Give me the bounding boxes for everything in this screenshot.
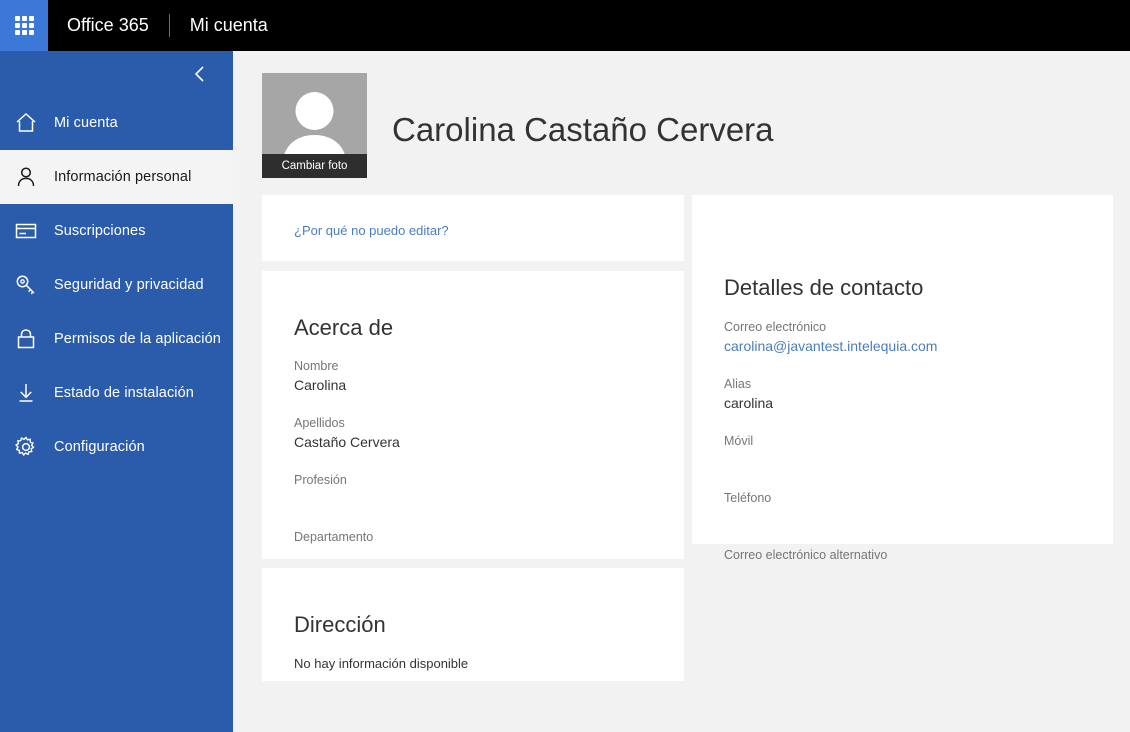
address-empty-message: No hay información disponible bbox=[294, 656, 468, 671]
field-value bbox=[724, 450, 1091, 470]
credit-card-icon bbox=[14, 216, 54, 246]
about-field-list: Nombre Carolina Apellidos Castaño Cerver… bbox=[294, 358, 662, 566]
sidebar-collapse-button[interactable] bbox=[187, 61, 213, 87]
home-icon bbox=[14, 108, 54, 138]
change-photo-button[interactable]: Cambiar foto bbox=[262, 154, 367, 178]
field-value bbox=[294, 546, 662, 566]
sidebar-item-label: Suscripciones bbox=[54, 223, 146, 239]
field-correo-electronico: Correo electrónico carolina@javantest.in… bbox=[724, 319, 1091, 356]
gear-icon bbox=[14, 432, 54, 462]
profile-header: Cambiar foto Carolina Castaño Cervera bbox=[262, 73, 774, 178]
sidebar-item-estado-de-instalacion[interactable]: Estado de instalación bbox=[0, 366, 233, 420]
field-movil: Móvil bbox=[724, 433, 1091, 470]
field-value: Carolina bbox=[294, 375, 662, 395]
field-label: Alias bbox=[724, 376, 1091, 393]
chevron-left-icon bbox=[193, 65, 207, 83]
app-launcher-waffle-icon bbox=[15, 16, 34, 35]
field-alias: Alias carolina bbox=[724, 376, 1091, 413]
sidebar-item-permisos-de-la-aplicacion[interactable]: Permisos de la aplicación bbox=[0, 312, 233, 366]
sidebar: Mi cuenta Información personal Suscripci… bbox=[0, 51, 233, 732]
person-icon bbox=[14, 162, 54, 192]
key-icon bbox=[14, 270, 54, 300]
field-value: carolina bbox=[724, 393, 1091, 413]
sidebar-item-label: Permisos de la aplicación bbox=[54, 331, 221, 347]
field-nombre: Nombre Carolina bbox=[294, 358, 662, 395]
page-title: Carolina Castaño Cervera bbox=[392, 113, 774, 146]
field-value bbox=[724, 507, 1091, 527]
edit-notice-card: ¿Por qué no puedo editar? bbox=[262, 195, 684, 261]
field-apellidos: Apellidos Castaño Cervera bbox=[294, 415, 662, 452]
field-value-email-link[interactable]: carolina@javantest.intelequia.com bbox=[724, 336, 1091, 356]
field-profesion: Profesión bbox=[294, 472, 662, 509]
field-label: Correo electrónico bbox=[724, 319, 1091, 336]
field-telefono: Teléfono bbox=[724, 490, 1091, 527]
contact-field-list: Correo electrónico carolina@javantest.in… bbox=[724, 319, 1091, 584]
sidebar-item-label: Estado de instalación bbox=[54, 385, 194, 401]
address-card: Dirección No hay información disponible bbox=[262, 568, 684, 681]
suite-brand-link[interactable]: Office 365 bbox=[48, 0, 169, 51]
sidebar-item-label: Configuración bbox=[54, 439, 145, 455]
field-departamento: Departamento bbox=[294, 529, 662, 566]
sidebar-item-label: Seguridad y privacidad bbox=[54, 277, 204, 293]
avatar[interactable]: Cambiar foto bbox=[262, 73, 367, 178]
field-label: Departamento bbox=[294, 529, 662, 546]
sidebar-item-seguridad-y-privacidad[interactable]: Seguridad y privacidad bbox=[0, 258, 233, 312]
why-cannot-edit-link[interactable]: ¿Por qué no puedo editar? bbox=[294, 223, 449, 238]
field-label: Apellidos bbox=[294, 415, 662, 432]
app-launcher-button[interactable] bbox=[0, 0, 48, 51]
sidebar-item-mi-cuenta[interactable]: Mi cuenta bbox=[0, 96, 233, 150]
suite-bar: Office 365 Mi cuenta bbox=[0, 0, 1130, 51]
sidebar-item-suscripciones[interactable]: Suscripciones bbox=[0, 204, 233, 258]
contact-card-title: Detalles de contacto bbox=[724, 275, 923, 301]
field-label: Móvil bbox=[724, 433, 1091, 450]
field-label: Profesión bbox=[294, 472, 662, 489]
sidebar-item-configuracion[interactable]: Configuración bbox=[0, 420, 233, 474]
lock-icon bbox=[14, 324, 54, 354]
field-value: Castaño Cervera bbox=[294, 432, 662, 452]
sidebar-item-label: Información personal bbox=[54, 169, 191, 185]
main-content: Cambiar foto Carolina Castaño Cervera ¿P… bbox=[233, 51, 1130, 732]
suite-app-name-link[interactable]: Mi cuenta bbox=[170, 0, 268, 51]
address-card-title: Dirección bbox=[294, 612, 386, 638]
field-correo-electronico-alternativo: Correo electrónico alternativo bbox=[724, 547, 1091, 584]
sidebar-item-informacion-personal[interactable]: Información personal bbox=[0, 150, 233, 204]
sidebar-item-label: Mi cuenta bbox=[54, 115, 118, 131]
field-label: Teléfono bbox=[724, 490, 1091, 507]
contact-card: Detalles de contacto Correo electrónico … bbox=[692, 195, 1113, 544]
about-card: Acerca de Nombre Carolina Apellidos Cast… bbox=[262, 271, 684, 559]
field-value bbox=[294, 489, 662, 509]
about-card-title: Acerca de bbox=[294, 315, 393, 341]
field-value bbox=[724, 564, 1091, 584]
field-label: Nombre bbox=[294, 358, 662, 375]
field-label: Correo electrónico alternativo bbox=[724, 547, 1091, 564]
sidebar-collapse-row bbox=[0, 51, 233, 96]
download-icon bbox=[14, 378, 54, 408]
